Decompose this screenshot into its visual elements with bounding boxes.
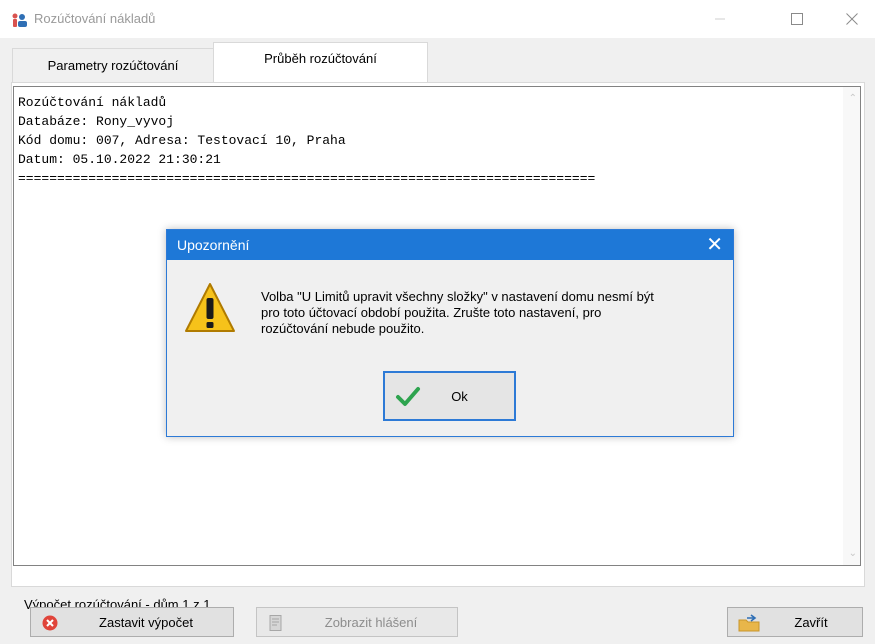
minimize-button[interactable]: [697, 0, 743, 38]
ok-button[interactable]: Ok: [383, 371, 516, 421]
log-separator: ========================================…: [18, 171, 596, 186]
tab-label: Parametry rozúčtování: [47, 58, 179, 73]
show-report-label: Zobrazit hlášení: [324, 614, 418, 630]
warning-dialog: Upozornění ✕ Volba "U Limitů upravit vše…: [166, 229, 734, 437]
log-line: Rozúčtování nákladů: [18, 95, 167, 110]
log-line: Datum: 05.10.2022 21:30:21: [18, 152, 221, 167]
maximize-icon: [791, 13, 803, 25]
dialog-title: Upozornění: [177, 237, 250, 253]
tab-strip: Parametry rozúčtování Průběh rozúčtování: [0, 38, 875, 82]
tab-label: Průběh rozúčtování: [264, 51, 377, 66]
title-bar: Rozúčtování nákladů: [0, 0, 875, 38]
scroll-down-icon[interactable]: ⌄: [849, 548, 857, 559]
close-window-button[interactable]: [829, 0, 875, 38]
ok-label: Ok: [451, 389, 468, 404]
warning-icon: [185, 283, 235, 332]
dialog-message: Volba "U Limitů upravit všechny složky" …: [261, 289, 721, 337]
scroll-up-icon[interactable]: ⌃: [849, 93, 857, 104]
log-text: Rozúčtování nákladů Databáze: Rony_vyvoj…: [18, 93, 595, 188]
tab-prubeh[interactable]: Průběh rozúčtování: [213, 42, 428, 82]
show-report-button[interactable]: Zobrazit hlášení: [256, 607, 458, 637]
stop-calculation-button[interactable]: Zastavit výpočet: [30, 607, 234, 637]
close-icon: [846, 13, 858, 25]
maximize-button[interactable]: [774, 0, 820, 38]
window-title: Rozúčtování nákladů: [34, 11, 156, 26]
dialog-close-icon[interactable]: ✕: [706, 234, 723, 256]
dialog-message-line: Volba "U Limitů upravit všechny složky" …: [261, 289, 654, 304]
app-icon: [12, 13, 27, 27]
minimize-icon: [715, 18, 725, 20]
close-button[interactable]: Zavřít: [727, 607, 863, 637]
log-line: Databáze: Rony_vyvoj: [18, 114, 175, 129]
stop-calculation-label: Zastavit výpočet: [99, 614, 193, 630]
tab-parametry[interactable]: Parametry rozúčtování: [12, 48, 214, 82]
dialog-message-line: rozúčtování nebude použito.: [261, 321, 425, 336]
dialog-message-line: pro toto účtovací období použita. Zrušte…: [261, 305, 602, 320]
log-line: Kód domu: 007, Adresa: Testovací 10, Pra…: [18, 133, 346, 148]
vertical-scrollbar[interactable]: ⌃ ⌄: [843, 87, 860, 565]
close-label: Zavřít: [794, 614, 828, 630]
dialog-title-bar: Upozornění ✕: [167, 230, 733, 260]
